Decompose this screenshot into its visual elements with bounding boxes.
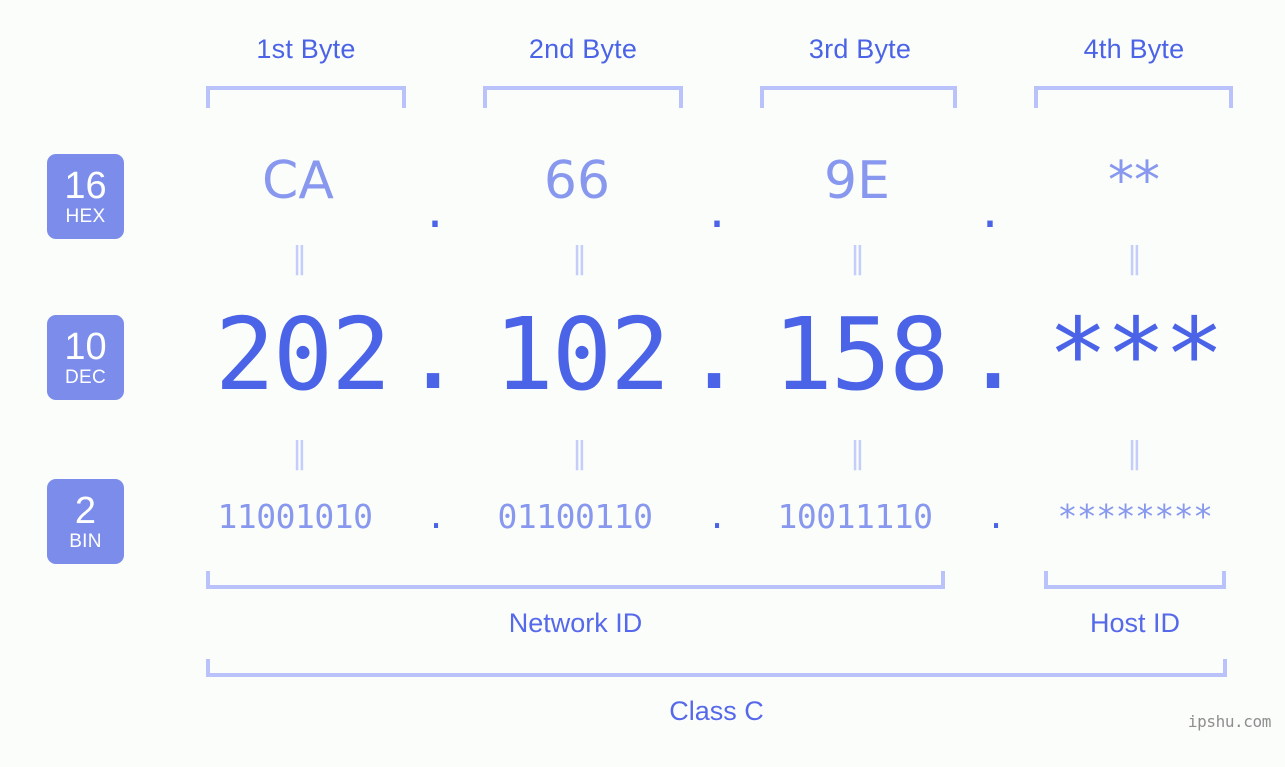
equals-connector-1-2: ‖: [572, 241, 588, 276]
bin-octet-1: 11001010: [217, 497, 373, 536]
radix-badge-hex-unit: HEX: [65, 206, 106, 228]
dec-octet-2: 102: [493, 296, 671, 413]
class-label: Class C: [669, 696, 764, 726]
radix-badge-bin-unit: BIN: [69, 531, 102, 553]
network-id-label: Network ID: [508, 608, 643, 638]
equals-connector-1-1: ‖: [292, 241, 308, 276]
site-watermark: ipshu.com: [1187, 712, 1272, 731]
byte-header-label-2: 2nd Byte: [528, 34, 638, 64]
bin-separator-2: .: [707, 497, 727, 536]
hex-separator-3: .: [981, 180, 999, 240]
bin-octet-3: 10011110: [777, 497, 933, 536]
equals-connector-1-4: ‖: [1127, 241, 1143, 276]
equals-connector-1-3: ‖: [850, 241, 866, 276]
byte-bracket-3: [760, 86, 957, 108]
class-bracket: [206, 659, 1227, 677]
byte-header-label-4: 4th Byte: [1083, 34, 1185, 64]
dec-separator-1: .: [403, 295, 464, 412]
equals-connector-2-1: ‖: [292, 436, 308, 471]
hex-octet-4: **: [1108, 151, 1160, 211]
radix-badge-dec-number: 10: [64, 325, 107, 368]
hex-octet-1: CA: [262, 151, 334, 211]
hex-octet-2: 66: [543, 151, 611, 211]
radix-badge-hex-number: 16: [64, 164, 107, 207]
byte-header-label-1: 1st Byte: [256, 34, 356, 64]
byte-bracket-4: [1034, 86, 1233, 108]
byte-bracket-1: [206, 86, 406, 108]
ip-address-breakdown-diagram: 1st Byte 2nd Byte 3rd Byte 4th Byte 16 H…: [0, 0, 1285, 767]
host-id-bracket: [1044, 571, 1226, 589]
byte-header-label-3: 3rd Byte: [808, 34, 912, 64]
bin-separator-1: .: [426, 497, 446, 536]
hex-separator-2: .: [708, 180, 726, 240]
radix-badge-bin-number: 2: [74, 489, 97, 532]
bin-octet-4: ********: [1057, 497, 1213, 536]
host-id-label: Host ID: [1089, 608, 1181, 638]
network-id-bracket: [206, 571, 945, 589]
equals-connector-2-4: ‖: [1127, 436, 1143, 471]
bin-separator-3: .: [986, 497, 1006, 536]
hex-separator-1: .: [426, 180, 444, 240]
byte-bracket-2: [483, 86, 683, 108]
bin-octet-2: 01100110: [497, 497, 653, 536]
dec-separator-3: .: [963, 295, 1024, 412]
dec-separator-2: .: [684, 295, 745, 412]
radix-badge-dec-unit: DEC: [64, 367, 106, 389]
radix-badge-dec: 10 DEC: [47, 315, 124, 400]
equals-connector-2-2: ‖: [572, 436, 588, 471]
radix-badge-bin: 2 BIN: [47, 479, 124, 564]
dec-octet-4: ***: [1047, 296, 1225, 413]
dec-octet-3: 158: [772, 296, 950, 413]
radix-badge-hex: 16 HEX: [47, 154, 124, 239]
equals-connector-2-3: ‖: [850, 436, 866, 471]
hex-octet-3: 9E: [824, 151, 890, 211]
dec-octet-1: 202: [214, 296, 392, 413]
